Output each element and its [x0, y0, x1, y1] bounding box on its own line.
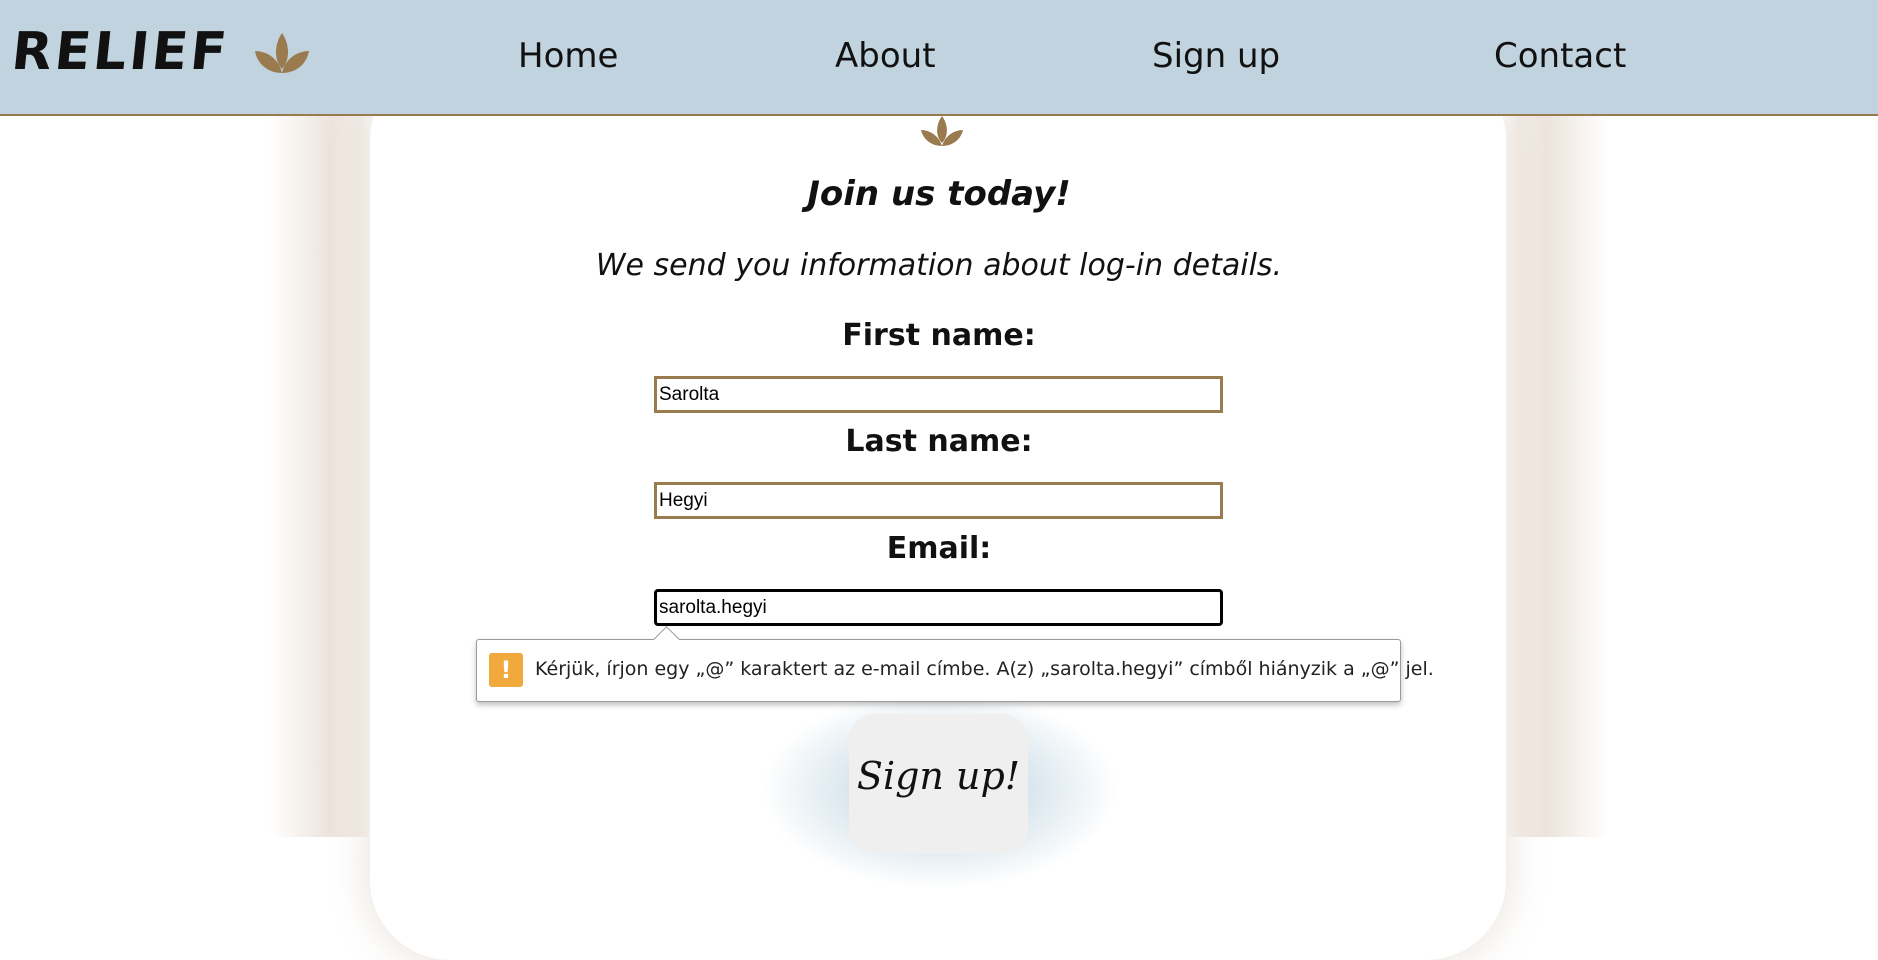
nav-about-link[interactable]: About: [835, 36, 936, 76]
lotus-leaves-icon: [921, 116, 963, 146]
warning-icon: !: [489, 653, 523, 687]
form-title: Join us today!: [807, 174, 1071, 214]
nav-signup-link[interactable]: Sign up: [1152, 36, 1280, 76]
last-name-label: Last name:: [845, 424, 1033, 459]
email-label: Email:: [886, 531, 992, 566]
top-navbar: RELIEF Home About Sign up Contact: [0, 0, 1878, 116]
brand[interactable]: RELIEF: [8, 22, 311, 82]
validation-message: Kérjük, írjon egy „@” karaktert az e-mai…: [535, 658, 1434, 680]
nav-home-link[interactable]: Home: [518, 36, 618, 76]
signup-submit-button[interactable]: Sign up!: [849, 714, 1028, 854]
brand-name: RELIEF: [8, 22, 233, 82]
lotus-leaves-icon: [255, 33, 310, 73]
email-field[interactable]: [654, 589, 1223, 626]
first-name-field[interactable]: [654, 376, 1223, 413]
validation-tooltip: ! Kérjük, írjon egy „@” karaktert az e-m…: [476, 626, 1434, 702]
last-name-field[interactable]: [654, 482, 1223, 519]
form-subtitle: We send you information about log-in det…: [595, 248, 1283, 283]
first-name-label: First name:: [842, 318, 1036, 353]
nav-contact-link[interactable]: Contact: [1494, 36, 1626, 76]
